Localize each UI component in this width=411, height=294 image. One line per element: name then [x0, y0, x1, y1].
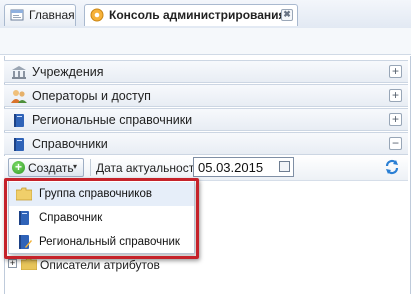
folder-icon — [15, 186, 33, 202]
tree-expand-icon[interactable]: + — [8, 259, 17, 268]
tree-row[interactable]: + Описатели атрибутов — [8, 256, 208, 274]
expand-icon[interactable]: + — [389, 65, 402, 78]
menu-item-reference-group[interactable]: Группа справочников — [9, 182, 194, 206]
tab-bar: Главная Консоль администрирования ✖ — [0, 0, 411, 29]
tab-admin-console[interactable]: Консоль администрирования ✖ — [84, 4, 298, 26]
accordion-operators-label: Операторы и доступ — [32, 89, 151, 103]
admin-console-window: Главная Консоль администрирования ✖ Учре… — [0, 0, 411, 294]
expand-icon[interactable]: + — [389, 113, 402, 126]
accordion-institutions[interactable]: Учреждения + — [4, 60, 408, 83]
top-toolbar-strip — [0, 28, 411, 55]
refresh-icon[interactable] — [384, 159, 400, 175]
collapse-icon[interactable]: − — [389, 137, 402, 150]
tree-row-label: Описатели атрибутов — [40, 258, 160, 272]
tab-home-label: Главная — [29, 8, 75, 22]
institution-icon — [11, 65, 27, 80]
book-icon — [16, 210, 32, 226]
date-actuality-field[interactable]: 05.03.2015 — [193, 157, 294, 177]
accordion-references[interactable]: Справочники − — [4, 132, 408, 155]
accordion-regional-references[interactable]: Региональные справочники + — [4, 108, 408, 131]
accordion-operators-access[interactable]: Операторы и доступ + — [4, 84, 408, 107]
add-icon: + — [12, 161, 25, 174]
menu-item-label: Региональный справочник — [39, 236, 180, 248]
admin-console-icon — [90, 8, 104, 22]
folder-icon — [20, 257, 38, 271]
create-button-label: Создать — [28, 161, 74, 175]
date-actuality-value: 05.03.2015 — [198, 160, 264, 175]
accordion-regional-references-label: Региональные справочники — [32, 113, 193, 127]
expand-icon[interactable]: + — [389, 89, 402, 102]
book-icon — [11, 137, 27, 152]
references-toolbar: + Создать ▾ Дата актуальности 05.03.2015 — [4, 156, 408, 181]
date-actuality-label: Дата актуальности — [96, 161, 201, 175]
accordion-references-label: Справочники — [32, 137, 108, 151]
close-tab-icon[interactable]: ✖ — [281, 9, 293, 21]
calendar-icon[interactable] — [279, 161, 290, 172]
create-dropdown-menu: Группа справочников Справочник Региональ… — [8, 180, 195, 254]
tab-home[interactable]: Главная — [4, 4, 76, 26]
tab-admin-console-label: Консоль администрирования — [109, 8, 286, 22]
home-page-icon — [10, 8, 24, 22]
toolbar-separator — [90, 159, 91, 176]
book-icon — [11, 113, 27, 128]
menu-item-label: Справочник — [39, 212, 103, 224]
users-icon — [11, 89, 27, 104]
create-button[interactable]: + Создать ▾ — [8, 158, 84, 177]
menu-item-regional-reference[interactable]: Региональный справочник — [9, 230, 194, 254]
dropdown-arrow-icon: ▾ — [73, 162, 78, 171]
menu-item-label: Группа справочников — [39, 188, 152, 200]
accordion-institutions-label: Учреждения — [32, 65, 104, 79]
menu-item-reference[interactable]: Справочник — [9, 206, 194, 230]
book-edit-icon — [16, 234, 32, 250]
